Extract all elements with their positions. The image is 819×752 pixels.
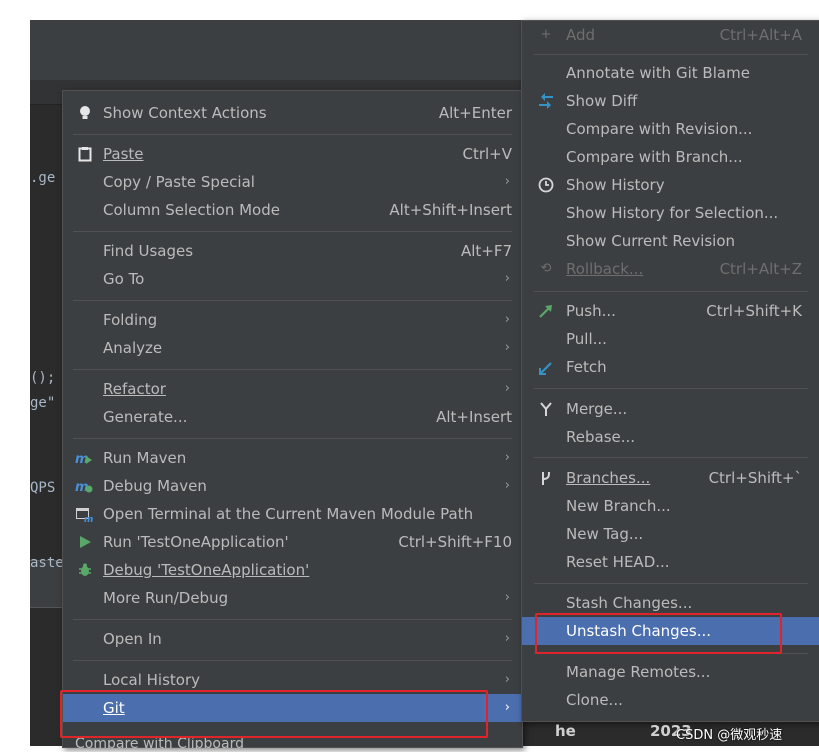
git-item-compare-with-revision[interactable]: Compare with Revision...	[522, 115, 819, 143]
git-item-add[interactable]: + Add Ctrl+Alt+A	[522, 21, 819, 49]
branch-icon	[538, 470, 554, 486]
git-item-fetch[interactable]: Fetch	[522, 353, 819, 381]
menu-item-more-run-debug[interactable]: More Run/Debug ›	[63, 584, 522, 612]
git-item-merge[interactable]: Merge...	[522, 395, 819, 423]
menu-item-open-terminal-maven[interactable]: m Open Terminal at the Current Maven Mod…	[63, 500, 522, 528]
git-item-show-history-for-selection[interactable]: Show History for Selection...	[522, 199, 819, 227]
git-item-branches[interactable]: Branches... Ctrl+Shift+`	[522, 464, 819, 492]
context-menu: Show Context Actions Alt+Enter Paste Ctr…	[62, 90, 523, 748]
git-item-show-history[interactable]: Show History	[522, 171, 819, 199]
menu-item-find-usages[interactable]: Find Usages Alt+F7	[63, 237, 522, 265]
git-item-rollback[interactable]: ⟲ Rollback... Ctrl+Alt+Z	[522, 255, 819, 283]
chevron-right-icon: ›	[504, 340, 510, 355]
menu-separator	[73, 134, 512, 135]
chevron-right-icon: ›	[504, 381, 510, 396]
menu-item-folding[interactable]: Folding ›	[63, 306, 522, 334]
clock-icon	[538, 177, 554, 193]
git-item-show-diff[interactable]: Show Diff	[522, 87, 819, 115]
chevron-right-icon: ›	[504, 700, 510, 715]
menu-item-column-selection-mode[interactable]: Column Selection Mode Alt+Shift+Insert	[63, 196, 522, 224]
code-fragment: QPS	[30, 480, 56, 496]
merge-icon	[538, 401, 554, 417]
chevron-right-icon: ›	[504, 631, 510, 646]
svg-text:m: m	[84, 515, 93, 522]
chevron-right-icon: ›	[504, 174, 510, 189]
code-fragment: ge"	[30, 395, 56, 411]
menu-item-refactor[interactable]: Refactor ›	[63, 375, 522, 403]
bulb-icon	[77, 105, 93, 121]
menu-item-generate[interactable]: Generate... Alt+Insert	[63, 403, 522, 431]
plus-icon: +	[540, 27, 552, 42]
git-item-annotate-with-git-blame[interactable]: Annotate with Git Blame	[522, 59, 819, 87]
diff-arrows-icon	[538, 93, 554, 109]
debug-bug-icon	[77, 562, 93, 578]
menu-item-copy-paste-special[interactable]: Copy / Paste Special ›	[63, 168, 522, 196]
chevron-right-icon: ›	[504, 478, 510, 493]
menu-separator	[73, 438, 512, 439]
chevron-right-icon: ›	[504, 672, 510, 687]
menu-separator	[534, 388, 808, 389]
git-item-manage-remotes[interactable]: Manage Remotes...	[522, 658, 819, 686]
maven-debug-icon: m	[75, 478, 93, 495]
menu-separator	[534, 291, 808, 292]
menu-item-compare-with-clipboard[interactable]: Compare with Clipboard	[75, 736, 244, 752]
menu-separator	[73, 619, 512, 620]
menu-item-debug-testoneapplication[interactable]: Debug 'TestOneApplication'	[63, 556, 522, 584]
highlight-box-unstash	[535, 613, 782, 654]
undo-icon: ⟲	[540, 261, 552, 276]
run-icon	[77, 534, 93, 550]
git-item-new-tag[interactable]: New Tag...	[522, 520, 819, 548]
chevron-right-icon: ›	[504, 590, 510, 605]
menu-item-show-context-actions[interactable]: Show Context Actions Alt+Enter	[63, 99, 522, 127]
menu-separator	[73, 369, 512, 370]
menu-item-run-testoneapplication[interactable]: Run 'TestOneApplication' Ctrl+Shift+F10	[63, 528, 522, 556]
menu-item-paste[interactable]: Paste Ctrl+V	[63, 140, 522, 168]
git-item-pull[interactable]: Pull...	[522, 325, 819, 353]
git-item-new-branch[interactable]: New Branch...	[522, 492, 819, 520]
menu-item-open-in[interactable]: Open In ›	[63, 625, 522, 653]
push-arrow-icon	[538, 303, 554, 319]
git-item-reset-head[interactable]: Reset HEAD...	[522, 548, 819, 576]
chevron-right-icon: ›	[504, 312, 510, 327]
menu-separator	[73, 660, 512, 661]
menu-item-run-maven[interactable]: m Run Maven ›	[63, 444, 522, 472]
watermark: CSDN @微观秒速	[676, 728, 783, 743]
fetch-check-icon	[538, 359, 554, 375]
git-item-push[interactable]: Push... Ctrl+Shift+K	[522, 297, 819, 325]
maven-run-icon: m	[75, 450, 92, 467]
git-item-compare-with-branch[interactable]: Compare with Branch...	[522, 143, 819, 171]
code-fragment: aste	[30, 555, 64, 571]
menu-separator	[73, 300, 512, 301]
menu-item-go-to[interactable]: Go To ›	[63, 265, 522, 293]
code-fragment: .ge	[30, 170, 56, 186]
git-item-rebase[interactable]: Rebase...	[522, 423, 819, 451]
git-item-show-current-revision[interactable]: Show Current Revision	[522, 227, 819, 255]
menu-item-analyze[interactable]: Analyze ›	[63, 334, 522, 362]
chevron-right-icon: ›	[504, 450, 510, 465]
menu-item-debug-maven[interactable]: m Debug Maven ›	[63, 472, 522, 500]
git-item-clone[interactable]: Clone...	[522, 686, 819, 714]
terminal-icon: m	[75, 506, 93, 525]
footer-text: he	[555, 722, 576, 740]
menu-separator	[534, 583, 808, 584]
menu-separator	[534, 457, 808, 458]
chevron-right-icon: ›	[504, 271, 510, 286]
menu-separator	[73, 231, 512, 232]
clipboard-icon	[77, 146, 93, 162]
code-fragment: ();	[30, 370, 56, 386]
menu-separator	[534, 54, 808, 55]
highlight-box-git	[60, 690, 488, 738]
